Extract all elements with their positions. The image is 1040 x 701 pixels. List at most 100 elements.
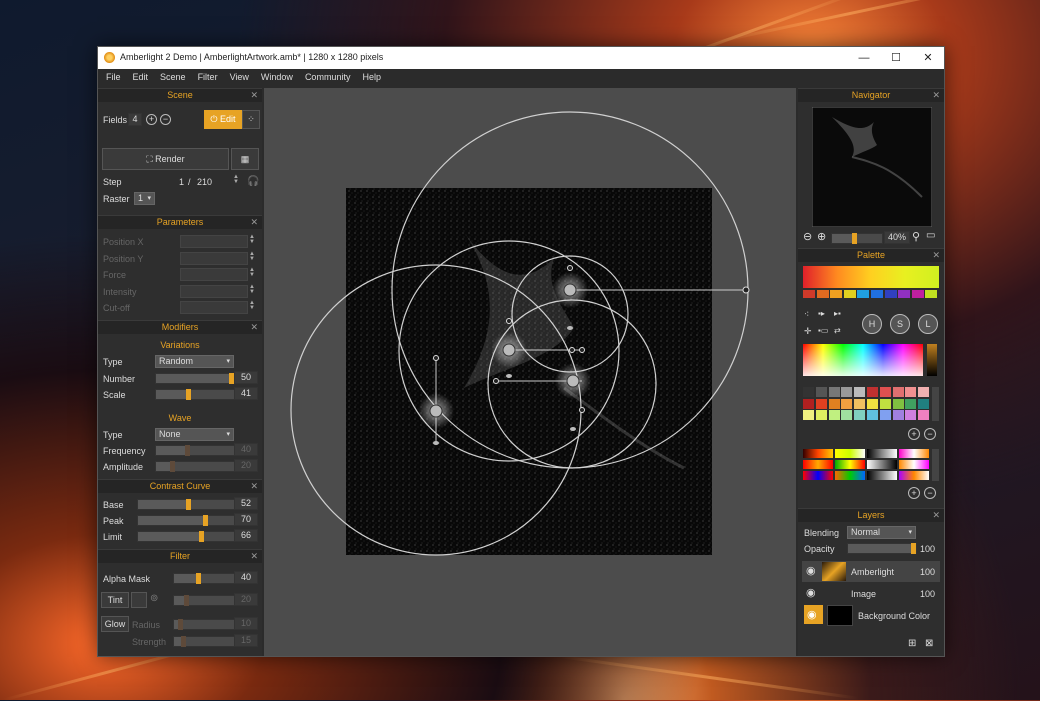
field-center-handle[interactable] [502, 343, 516, 357]
hue-button[interactable]: H [862, 314, 882, 334]
color-picker-field[interactable] [803, 344, 923, 376]
lightness-button[interactable]: L [918, 314, 938, 334]
base-slider-knob[interactable] [186, 499, 191, 510]
palette-swatch[interactable] [892, 410, 904, 420]
number-slider[interactable] [155, 373, 235, 384]
canvas-viewport[interactable] [264, 88, 796, 656]
peak-value[interactable]: 70 [234, 513, 258, 526]
field-force-marker[interactable] [567, 326, 573, 330]
close-button[interactable]: ✕ [912, 49, 944, 67]
palette-swatch[interactable] [803, 410, 814, 420]
gradient-preset[interactable] [867, 449, 897, 458]
palette-swatch[interactable] [898, 290, 911, 298]
eye-icon[interactable]: ◉ [806, 564, 816, 577]
param-spinner[interactable]: ▲ ▼ [248, 251, 256, 263]
menu-view[interactable]: View [224, 69, 255, 86]
zoom-value[interactable]: 40% [884, 231, 910, 244]
add-gradient-icon[interactable]: + [908, 487, 920, 499]
palette-swatch[interactable] [918, 398, 930, 409]
field-radius-handle[interactable] [742, 286, 750, 294]
strength-value[interactable]: 15 [234, 634, 258, 647]
maximize-button[interactable]: ☐ [880, 49, 912, 67]
field-force-marker[interactable] [570, 427, 576, 431]
alpha-mask-slider-knob[interactable] [196, 573, 201, 584]
gradient-preset[interactable] [899, 449, 929, 458]
add-field-icon[interactable]: + [146, 114, 157, 125]
limit-value[interactable]: 66 [234, 529, 258, 542]
palette-swatch[interactable] [815, 398, 827, 409]
gradient-presets[interactable] [803, 449, 931, 481]
move-icon[interactable]: ✛ [804, 326, 812, 337]
close-icon[interactable]: ✕ [250, 216, 258, 229]
scale-slider[interactable] [155, 389, 235, 400]
raster-select[interactable]: 1 ▾ [134, 192, 155, 205]
opacity-slider-knob[interactable] [911, 543, 916, 554]
minimize-button[interactable]: — [848, 49, 880, 67]
saturation-button[interactable]: S [890, 314, 910, 334]
gradient-scrollbar[interactable] [932, 449, 939, 481]
edit-button[interactable]: ⏻ Edit [204, 110, 242, 129]
palette-swatch[interactable] [841, 387, 853, 397]
param-force-field[interactable] [180, 268, 248, 281]
scale-value[interactable]: 41 [234, 387, 258, 400]
gradient-preset[interactable] [899, 471, 929, 480]
fit-screen-icon[interactable]: ▭ [926, 230, 935, 241]
palette-swatch[interactable] [892, 398, 904, 409]
swatch-scrollbar[interactable] [932, 387, 939, 421]
palette-swatch[interactable] [854, 387, 866, 397]
palette-swatch[interactable] [867, 387, 878, 397]
palette-swatch[interactable] [867, 410, 878, 420]
field-force-marker[interactable] [506, 374, 512, 378]
param-spinner[interactable]: ▲ ▼ [248, 300, 256, 312]
eye-icon[interactable]: ◉ [806, 586, 816, 599]
field-force-marker[interactable] [433, 441, 439, 445]
param-cutoff-field[interactable] [180, 301, 248, 314]
palette-swatch[interactable] [905, 387, 917, 397]
menu-file[interactable]: File [98, 69, 127, 86]
palette-swatch[interactable] [828, 387, 840, 397]
render-button[interactable]: ⛶ Render [102, 148, 229, 170]
zoom-slider[interactable] [831, 233, 883, 244]
radius-slider-knob[interactable] [178, 619, 183, 630]
opacity-value[interactable]: 100 [920, 544, 935, 554]
field-center-handle[interactable] [563, 283, 577, 297]
alpha-mask-slider[interactable] [173, 573, 235, 584]
strength-slider-knob[interactable] [181, 636, 186, 647]
tint-value[interactable]: 20 [234, 593, 258, 606]
scale-slider-knob[interactable] [186, 389, 191, 400]
field-handle[interactable] [506, 318, 512, 324]
amplitude-slider-knob[interactable] [170, 461, 175, 472]
gradient-preset[interactable] [835, 471, 865, 480]
palette-swatch[interactable] [815, 410, 827, 420]
render-settings-button[interactable]: ▦ [231, 148, 259, 170]
palette-swatch[interactable] [871, 290, 883, 298]
param-intensity-field[interactable] [180, 285, 248, 298]
background-visibility-toggle[interactable]: ◉ [804, 605, 823, 624]
gradient-preset[interactable] [835, 460, 865, 469]
field-handle[interactable] [579, 407, 585, 413]
param-spinner[interactable]: ▲ ▼ [248, 284, 256, 296]
eye-icon[interactable]: ◉ [807, 608, 817, 621]
headphones-icon[interactable]: 🎧 [247, 176, 259, 187]
base-value[interactable]: 52 [234, 497, 258, 510]
palette-swatch[interactable] [867, 398, 878, 409]
gradient-preset[interactable] [899, 460, 929, 469]
step-spinner[interactable]: ▲ ▼ [232, 174, 240, 186]
gradient-preset[interactable] [803, 471, 833, 480]
param-spinner[interactable]: ▲ ▼ [248, 234, 256, 246]
points-button[interactable]: ⁘ [242, 110, 260, 129]
navigator-preview[interactable] [811, 106, 933, 228]
eyedropper-icon[interactable]: ⊚ [150, 593, 158, 604]
field-handle[interactable] [579, 347, 585, 353]
palette-swatch[interactable] [841, 398, 853, 409]
step-value[interactable]: 1 [179, 177, 184, 187]
palette-swatch[interactable] [828, 398, 840, 409]
search-icon[interactable]: ⚲ [912, 230, 920, 243]
field-handle[interactable] [493, 378, 499, 384]
palette-swatch[interactable] [879, 410, 891, 420]
gradient-preset[interactable] [867, 460, 897, 469]
radius-value[interactable]: 10 [234, 617, 258, 630]
tint-slider-knob[interactable] [184, 595, 189, 606]
palette-swatch[interactable] [854, 398, 866, 409]
artwork-canvas[interactable] [264, 88, 796, 656]
